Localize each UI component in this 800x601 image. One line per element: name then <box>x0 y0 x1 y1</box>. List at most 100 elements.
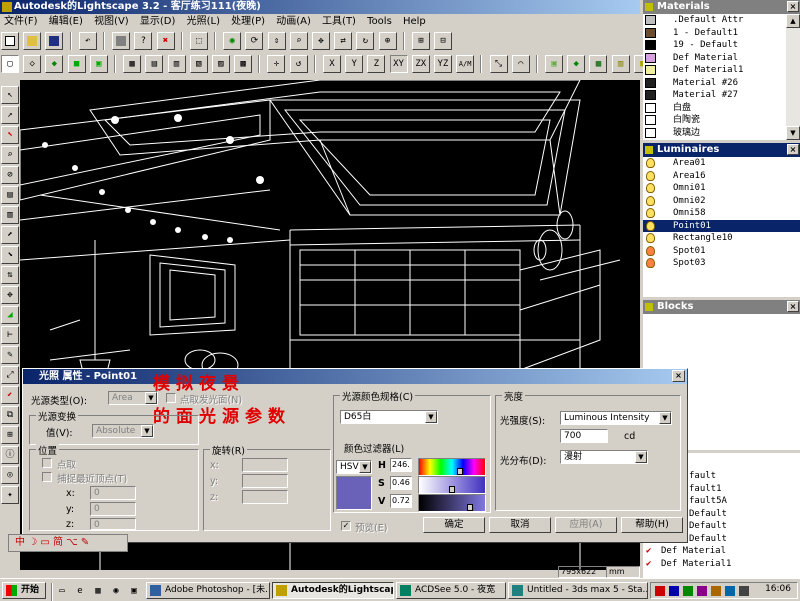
materials-panel-header[interactable]: Materials × <box>643 0 800 14</box>
s-input[interactable]: 0.46 <box>390 476 412 490</box>
distribution-select[interactable]: 漫射 ▼ <box>560 450 648 464</box>
render-cube-icon[interactable]: ▣ <box>89 55 108 73</box>
task-photoshop[interactable]: Adobe Photoshop - [未... <box>146 582 270 599</box>
point-emitter-checkbox[interactable] <box>166 393 176 403</box>
zoom-tool-icon[interactable]: ⌕ <box>1 146 19 164</box>
quicklaunch-icon[interactable]: ▣ <box>125 583 143 601</box>
menu-display[interactable]: 显示(D) <box>136 14 180 29</box>
orient-tool-icon[interactable]: ⬋ <box>1 386 19 404</box>
layers-tool-icon[interactable]: ▤ <box>1 186 19 204</box>
ok-button[interactable]: 确定 <box>423 517 485 533</box>
orbit-icon[interactable]: ⟳ <box>245 32 264 50</box>
list-item[interactable]: Omni02 <box>643 195 800 208</box>
new-file-icon[interactable] <box>1 32 19 50</box>
z-input[interactable]: 0 <box>90 518 136 530</box>
walk-tool-icon[interactable]: ✦ <box>1 486 19 504</box>
scroll-down-icon[interactable]: ▼ <box>786 126 800 140</box>
media-icon[interactable]: ◉ <box>107 583 125 601</box>
hue-slider[interactable] <box>418 458 486 476</box>
mesh-icon[interactable]: ▦ <box>589 55 608 73</box>
group-tool-icon[interactable]: ⊞ <box>1 426 19 444</box>
select-edit-icon[interactable]: ↗ <box>1 106 19 124</box>
select-icon[interactable]: ⬚ <box>189 32 208 50</box>
value-slider[interactable] <box>418 494 486 512</box>
wireframe-mode-icon[interactable]: ▢ <box>1 55 19 73</box>
green-cube-icon[interactable]: ■ <box>67 55 86 73</box>
show-desktop-icon[interactable]: ▭ <box>53 583 71 601</box>
preview-checkbox[interactable]: ✓ <box>341 521 351 531</box>
rotate-view-icon[interactable]: ↻ <box>356 32 375 50</box>
snap-vertex-checkbox[interactable] <box>42 472 52 482</box>
list-item[interactable]: Spot01 <box>643 245 800 258</box>
rotation-z-input[interactable] <box>242 490 288 504</box>
ime-toolbar[interactable]: 中 ☽ ▭ 简 ⌥ ✎ <box>8 534 128 552</box>
axis-z-button[interactable]: Z <box>367 55 386 73</box>
apply-button[interactable]: 应用(A) <box>555 517 617 533</box>
help-button[interactable]: 帮助(H) <box>621 517 683 533</box>
h-input[interactable]: 246. <box>390 458 412 472</box>
close-icon[interactable]: × <box>672 370 685 382</box>
axis-x-button[interactable]: X <box>323 55 341 73</box>
axis-am-button[interactable]: A/M <box>456 55 475 73</box>
intensity-input[interactable]: 700 <box>560 429 608 443</box>
axis-y-button[interactable]: Y <box>345 55 364 73</box>
top-view-icon[interactable]: ▧ <box>189 55 208 73</box>
tray-icon[interactable] <box>697 586 707 596</box>
undo-icon[interactable]: ↶ <box>78 32 97 50</box>
list-item[interactable]: Spot03 <box>643 257 800 270</box>
iso-view-icon[interactable]: ▨ <box>211 55 230 73</box>
value-select[interactable]: Absolute ▼ <box>92 424 154 438</box>
menu-tools-cn[interactable]: 工具(T) <box>318 14 360 29</box>
pan-icon[interactable]: ✥ <box>312 32 330 50</box>
layer-icon[interactable]: ▥ <box>611 55 630 73</box>
menu-tools[interactable]: Tools <box>363 14 396 29</box>
zoom-window-icon[interactable]: ⊕ <box>378 32 397 50</box>
pick-tool-icon[interactable]: ⬈ <box>1 226 19 244</box>
volume-icon[interactable] <box>739 586 749 596</box>
green-render-icon[interactable]: ◆ <box>567 55 586 73</box>
hidden-line-icon[interactable]: ◇ <box>23 55 42 73</box>
front-view-icon[interactable]: ▤ <box>145 55 164 73</box>
menu-edit[interactable]: 编辑(E) <box>45 14 87 29</box>
color-cube-icon[interactable]: ▣ <box>545 55 564 73</box>
split-tool-icon[interactable]: ⬊ <box>1 246 19 264</box>
scale-tool-icon[interactable]: ⤢ <box>1 366 19 384</box>
zoom-icon[interactable]: ⌕ <box>289 32 308 50</box>
dialog-title-bar[interactable]: 光照 属性 - Point01 × <box>23 369 687 384</box>
saturation-slider[interactable] <box>418 476 486 494</box>
list-item[interactable]: Omni01 <box>643 182 800 195</box>
tray-icon[interactable] <box>655 586 665 596</box>
rotation-y-input[interactable] <box>242 474 288 488</box>
tray-icon[interactable] <box>725 586 735 596</box>
task-3dsmax[interactable]: Untitled - 3ds max 5 - Sta... <box>508 582 648 599</box>
color-spec-select[interactable]: D65白 ▼ <box>340 410 438 424</box>
axis-zx-button[interactable]: ZX <box>411 55 430 73</box>
explorer-icon[interactable]: ▦ <box>89 583 107 601</box>
side-view-icon[interactable]: ▥ <box>167 55 186 73</box>
menu-view[interactable]: 视图(V) <box>90 14 133 29</box>
list-item[interactable]: 白盘 <box>643 102 800 115</box>
light-tool-icon[interactable]: ◢ <box>1 306 19 324</box>
solid-mode-icon[interactable]: ◆ <box>45 55 64 73</box>
list-item[interactable]: Def Material <box>643 52 800 65</box>
menu-file[interactable]: 文件(F) <box>0 14 42 29</box>
tray-icon[interactable] <box>669 586 679 596</box>
filter-mode-select[interactable]: HSV ▼ <box>336 460 372 474</box>
menu-process[interactable]: 处理(P) <box>227 14 269 29</box>
list-item[interactable]: 白陶瓷 <box>643 114 800 127</box>
list-item[interactable]: ✔ Def Material1 <box>643 558 800 571</box>
open-folder-icon[interactable] <box>23 32 42 50</box>
menu-light[interactable]: 光照(L) <box>183 14 224 29</box>
luminaires-panel-header[interactable]: Luminaires × <box>643 143 800 157</box>
list-item[interactable]: 玻璃边 <box>643 127 800 140</box>
copy-tool-icon[interactable]: ⧉ <box>1 406 19 424</box>
menu-animation[interactable]: 动画(A) <box>272 14 315 29</box>
flip-tool-icon[interactable]: ⇅ <box>1 266 19 284</box>
list-item[interactable]: Area16 <box>643 170 800 183</box>
list-item[interactable]: ✔ Def Material <box>643 545 800 558</box>
print-icon[interactable] <box>112 32 131 50</box>
scroll-up-icon[interactable]: ▲ <box>786 14 800 28</box>
close-icon[interactable]: × <box>787 1 799 12</box>
snap-icon[interactable]: ⤡ <box>489 55 508 73</box>
tray-icon[interactable] <box>683 586 693 596</box>
